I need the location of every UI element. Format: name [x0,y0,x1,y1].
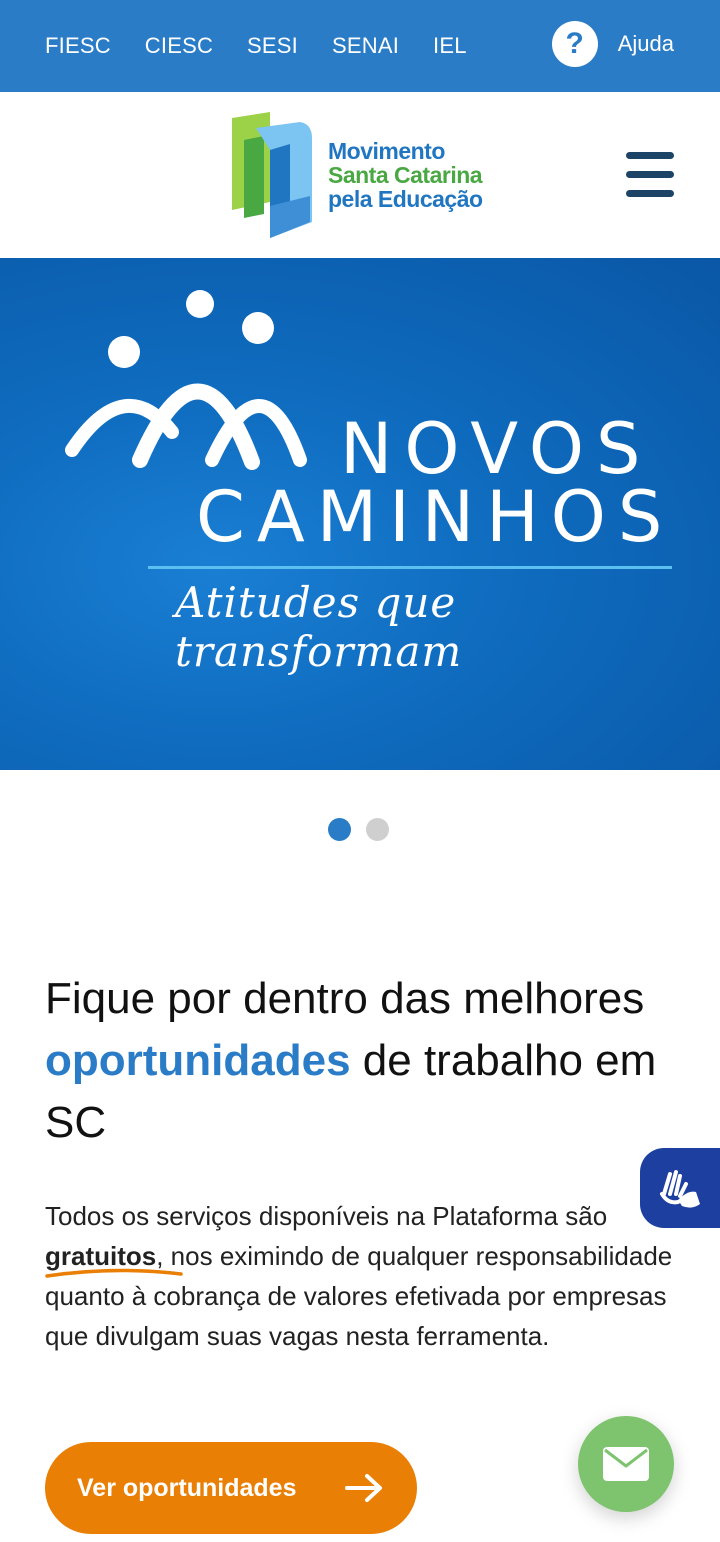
contact-mail-button[interactable] [578,1416,674,1512]
top-link-iel[interactable]: IEL [433,33,467,59]
see-opportunities-label: Ver oportunidades [77,1473,297,1502]
headline-highlight: oportunidades [45,1036,351,1085]
logo-text: Movimento Santa Catarina pela Educação [328,139,483,211]
help-link[interactable]: ? Ajuda [551,0,674,88]
top-link-ciesc[interactable]: CIESC [145,33,213,59]
arrow-right-icon [345,1474,382,1502]
underline-decoration-icon [45,1268,183,1278]
envelope-icon [603,1447,649,1481]
site-header: Movimento Santa Catarina pela Educação [0,92,720,258]
carousel-dot-1[interactable] [328,818,351,841]
sign-language-hands-icon [660,1170,700,1208]
logo-line-2: Santa Catarina [328,162,483,188]
page-headline: Fique por dentro das melhores oportunida… [45,968,685,1154]
banner-divider [148,566,672,569]
site-logo[interactable]: Movimento Santa Catarina pela Educação [230,110,483,240]
logo-line-3: pela Educação [328,186,483,212]
top-link-senai[interactable]: SENAI [332,33,399,59]
help-icon: ? [551,21,598,67]
carousel-indicators [328,818,404,841]
logo-mark-icon [232,112,312,238]
banner-title-line-2: CAMINHOS [196,476,675,558]
top-link-sesi[interactable]: SESI [247,33,298,59]
see-opportunities-button[interactable]: Ver oportunidades [45,1442,417,1534]
banner-tagline: Atitudes que transformam [175,578,463,676]
help-label: Ajuda [617,31,674,56]
people-figures-icon [65,290,307,470]
hero-banner[interactable]: NOVOS CAMINHOS Atitudes que transformam [0,258,720,770]
top-nav-bar: FIESC CIESC SESI SENAI IEL ? Ajuda [0,0,720,92]
carousel-dot-2[interactable] [366,818,389,841]
top-link-fiesc[interactable]: FIESC [45,33,111,59]
headline-part-1: Fique por dentro das melhores [45,974,645,1023]
hamburger-menu-icon[interactable] [626,152,674,198]
paragraph-part-1: Todos os serviços disponíveis na Platafo… [45,1201,608,1231]
libras-accessibility-button[interactable] [640,1148,720,1228]
top-nav-links: FIESC CIESC SESI SENAI IEL [45,0,501,92]
logo-line-1: Movimento [328,138,445,164]
